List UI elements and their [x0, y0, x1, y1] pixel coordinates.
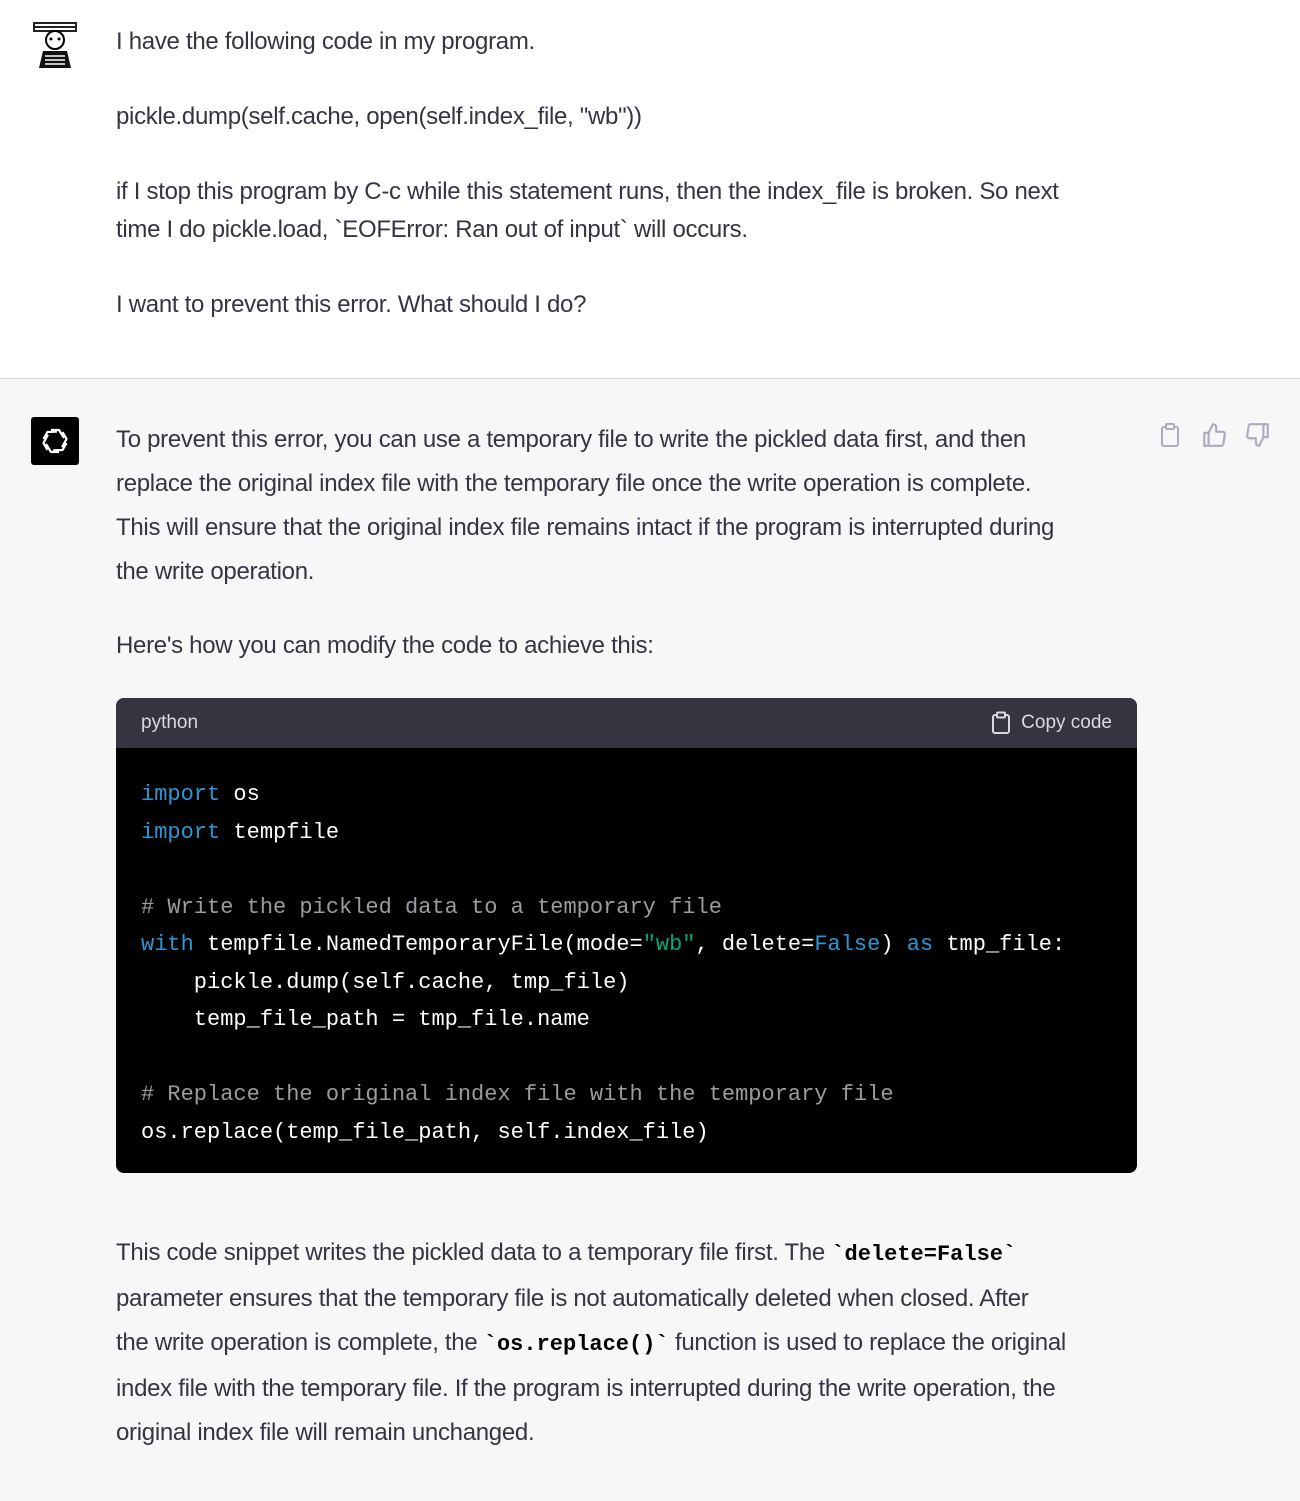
code-token: os — [220, 782, 260, 807]
code-line: os.replace(temp_file_path, self.index_fi… — [141, 1119, 709, 1145]
assistant-line: This code snippet writes the pickled dat… — [116, 1239, 832, 1266]
assistant-intro: To prevent this error, you can use a tem… — [116, 418, 1138, 594]
user-avatar — [31, 18, 79, 68]
assistant-lead: Here's how you can modify the code to ac… — [116, 632, 654, 659]
assistant-line: index file with the temporary file. If t… — [116, 1375, 1056, 1402]
user-message-text: I have the following code in my program.… — [116, 23, 1138, 323]
code-token: ) — [880, 932, 907, 957]
code-token: as — [906, 932, 934, 957]
openai-logo-icon — [42, 428, 68, 454]
assistant-line: original index file will remain unchange… — [116, 1419, 535, 1446]
code-token: , delete= — [695, 932, 815, 957]
user-line: I have the following code in my program. — [116, 28, 535, 55]
thumbs-down-icon[interactable] — [1243, 420, 1273, 450]
code-comment: # Write the pickled data to a temporary … — [141, 894, 722, 920]
assistant-line: the write operation. — [116, 558, 315, 585]
assistant-avatar — [31, 417, 79, 465]
user-line: time I do pickle.load, `EOFError: Ran ou… — [116, 215, 748, 243]
code-line: pickle.dump(self.cache, tmp_file) — [141, 969, 630, 995]
code-token: tmp_file: — [933, 932, 1066, 957]
code-token: with — [141, 932, 194, 957]
clipboard-icon — [992, 711, 1011, 734]
copy-code-button[interactable]: Copy code — [991, 711, 1112, 735]
user-line: if I stop this program by C-c while this… — [116, 178, 1059, 205]
code-content[interactable]: import os import tempfile # Write the pi… — [116, 748, 1137, 1173]
user-line: pickle.dump(self.cache, open(self.index_… — [116, 103, 642, 130]
code-language-label: python — [141, 712, 199, 733]
user-message-row: I have the following code in my program.… — [0, 0, 1300, 379]
code-block-header: python Copy code — [116, 698, 1137, 748]
thumbs-up-icon[interactable] — [1199, 420, 1229, 450]
assistant-line: the write operation is complete, the — [116, 1329, 484, 1356]
clipboard-icon[interactable] — [1155, 420, 1185, 450]
code-line: temp_file_path = tmp_file.name — [141, 1007, 590, 1032]
assistant-message-text: To prevent this error, you can use a tem… — [116, 418, 1138, 668]
code-token: tempfile — [220, 819, 340, 845]
assistant-line: This will ensure that the original index… — [116, 514, 1055, 541]
assistant-line: To prevent this error, you can use a tem… — [116, 426, 1026, 453]
code-token: import — [141, 819, 221, 845]
code-comment: # Replace the original index file with t… — [141, 1082, 894, 1107]
code-token: tempfile.NamedTemporaryFile(mode= — [193, 932, 643, 957]
assistant-line: function is used to replace the original — [668, 1329, 1066, 1356]
assistant-line: parameter ensures that the temporary fil… — [116, 1285, 1029, 1312]
code-token: False — [814, 932, 881, 957]
copy-code-label: Copy code — [1021, 712, 1112, 733]
assistant-outro: This code snippet writes the pickled dat… — [116, 1231, 1138, 1455]
inline-code: `delete=False` — [831, 1242, 1017, 1267]
message-actions — [1155, 420, 1275, 452]
code-token: import — [141, 782, 221, 807]
code-string: "wb" — [642, 932, 696, 957]
assistant-line: replace the original index file with the… — [116, 470, 1032, 497]
inline-code: `os.replace()` — [483, 1332, 669, 1357]
code-block: python Copy code import os import tempfi… — [116, 698, 1137, 1173]
user-line: I want to prevent this error. What shoul… — [116, 290, 587, 318]
